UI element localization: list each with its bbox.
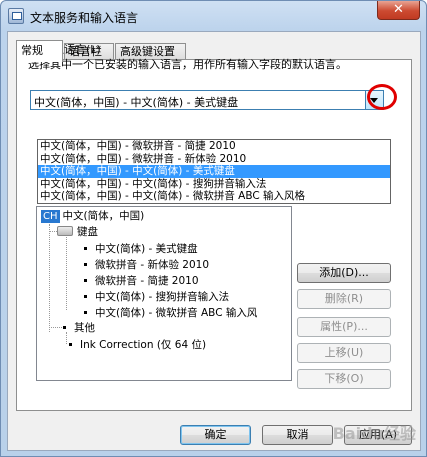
move-up-button[interactable]: 上移(U) [297,343,391,363]
tree-other-group[interactable]: 其他 [63,322,95,335]
move-down-button[interactable]: 下移(O) [297,369,391,389]
tree-keyboard-item[interactable]: 中文(简体) - 美式键盘 [84,243,198,256]
tab-general[interactable]: 常规 [16,40,63,62]
default-language-combobox[interactable]: 中文(简体，中国) - 中文(简体) - 美式键盘 [30,90,384,110]
watermark-text: Baidu经验 [332,424,416,443]
dropdown-option[interactable]: 中文(简体，中国) - 微软拼音 - 简捷 2010 [38,140,390,153]
title-bar[interactable]: 文本服务和输入语言 ✕ [1,1,426,31]
remove-button[interactable]: 删除(R) [297,289,391,309]
properties-button[interactable]: 属性(P)... [297,317,391,337]
tree-keyboard-item[interactable]: 微软拼音 - 新体验 2010 [84,259,209,272]
dropdown-option[interactable]: 中文(简体，中国) - 中文(简体) - 搜狗拼音输入法 [38,178,390,191]
tree-keyboard-label: 键盘 [77,226,98,238]
add-button[interactable]: 添加(D)... [297,263,391,283]
default-language-description: 选择其中一个已安装的输入语言，用作所有输入字段的默认语言。 [28,58,347,71]
window-title: 文本服务和输入语言 [30,11,139,25]
cancel-button[interactable]: 取消 [262,425,333,445]
tree-keyboard-group[interactable]: 键盘 [57,226,98,239]
dialog-window: 文本服务和输入语言 ✕ 常规 语言栏 高级键设置 确定 取消 应用(A) 默认输… [0,0,427,457]
tree-keyboard-item[interactable]: 中文(简体) - 搜狗拼音输入法 [84,291,229,304]
keyboard-app-icon [8,8,24,24]
keyboard-icon [57,226,73,236]
combobox-selected-value: 中文(简体，中国) - 中文(简体) - 美式键盘 [34,96,239,109]
close-button[interactable]: ✕ [377,1,420,20]
dropdown-option[interactable]: 中文(简体，中国) - 微软拼音 - 新体验 2010 [38,153,390,166]
tree-language-node[interactable]: CH 中文(简体，中国) [41,210,144,223]
tree-keyboard-item[interactable]: 中文(简体) - 微软拼音 ABC 输入风 [84,307,257,320]
tree-keyboard-item[interactable]: 微软拼音 - 简捷 2010 [84,275,199,288]
dropdown-option[interactable]: 中文(简体，中国) - 中文(简体) - 微软拼音 ABC 输入风格 [38,190,390,203]
red-highlight-circle [367,84,397,110]
installed-services-tree[interactable]: CH 中文(简体，中国) 键盘 中文(简体) - 美式键盘 微软拼音 - 新体验 … [36,206,292,381]
tree-language-label: 中文(简体，中国) [62,210,145,222]
dropdown-option-selected[interactable]: 中文(简体，中国) - 中文(简体) - 美式键盘 [38,165,390,178]
language-dropdown-list: 中文(简体，中国) - 微软拼音 - 简捷 2010 中文(简体，中国) - 微… [37,139,391,204]
tree-other-item[interactable]: Ink Correction (仅 64 位) [69,339,206,352]
ok-button[interactable]: 确定 [180,425,251,445]
language-badge-icon: CH [41,210,60,223]
